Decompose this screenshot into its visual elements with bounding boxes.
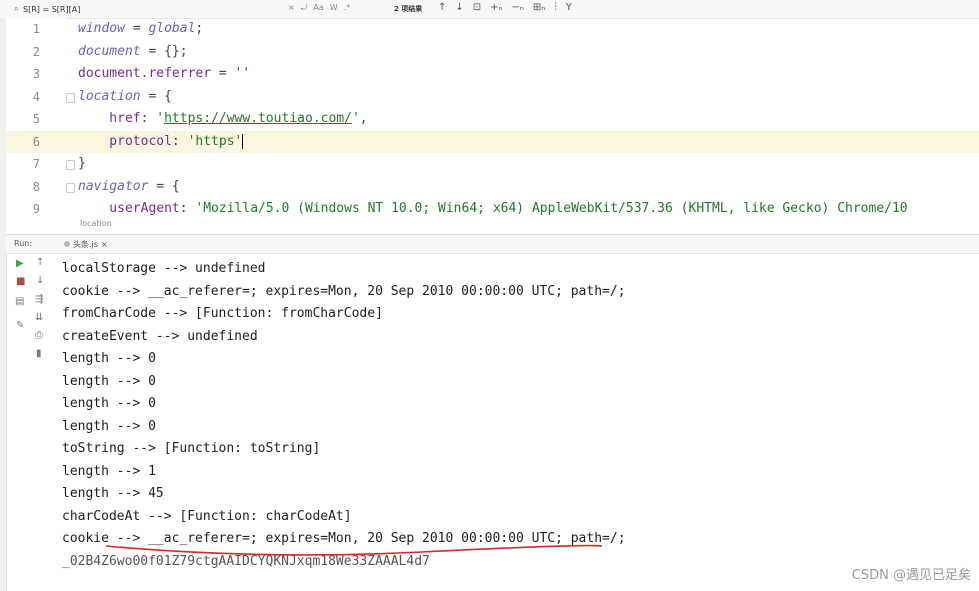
code-token: = { xyxy=(148,178,180,194)
code-token: } xyxy=(78,156,86,171)
code-token: = xyxy=(124,21,149,36)
line-number: 3 xyxy=(32,67,40,81)
search-bar: ⌕ S[R] = S[R][A] × ⤾ Aa W .* 2 项结果 ↑ ↓ ⊡ +ₙ −ₙ ⊞ₙ… xyxy=(0,0,979,19)
search-nav-6-icon[interactable]: ⫶ xyxy=(554,2,557,13)
code-text: location = { xyxy=(78,86,172,108)
code-line[interactable]: 3 document.referrer = '' xyxy=(6,63,979,85)
up-arrow-icon[interactable]: ↑ xyxy=(36,257,44,268)
code-token: , xyxy=(359,111,368,126)
code-token: ' xyxy=(156,111,165,126)
code-token: navigator xyxy=(78,178,149,194)
search-nav-0-icon[interactable]: ↑ xyxy=(438,2,446,13)
code-line[interactable]: 2 document = {}; xyxy=(6,41,979,63)
search-nav-2-icon[interactable]: ⊡ xyxy=(473,2,481,13)
code-token: href xyxy=(78,111,141,126)
code-token: = { xyxy=(140,88,172,104)
code-token: = xyxy=(211,66,235,81)
text-cursor xyxy=(242,133,244,149)
code-token: '' xyxy=(234,66,251,81)
code-line[interactable]: 8 navigator = { xyxy=(6,176,979,198)
search-nav-4-icon[interactable]: −ₙ xyxy=(512,2,524,13)
line-number: 6 xyxy=(32,134,40,149)
down-arrow-icon[interactable]: ↓ xyxy=(36,275,44,286)
magnifier-icon[interactable]: ⌕ xyxy=(14,4,19,14)
layout-icon[interactable]: ▤ xyxy=(15,296,24,307)
code-token: https://www.toutiao.com/ xyxy=(164,111,352,126)
scroll-icon[interactable]: ⇊ xyxy=(35,312,43,323)
search-option-4[interactable]: .* xyxy=(344,3,351,13)
trash-icon[interactable]: ▮ xyxy=(36,348,42,359)
fold-marker-icon[interactable] xyxy=(66,182,75,193)
search-nav-5-icon[interactable]: ⊞ₙ xyxy=(533,2,545,13)
code-token: ' xyxy=(351,111,360,126)
code-token: ; xyxy=(195,21,204,36)
pin-icon[interactable]: ✎ xyxy=(16,320,24,331)
code-line[interactable]: 5 href: 'https://www.toutiao.com/', xyxy=(6,108,979,130)
code-line[interactable]: 4 location = { xyxy=(6,86,979,108)
fold-marker-icon[interactable] xyxy=(66,92,75,103)
code-editor[interactable]: location 1 window = global; 2 document = {}… xyxy=(6,18,979,234)
code-token: document.referrer xyxy=(78,66,212,81)
wrap-icon[interactable]: ⇶ xyxy=(35,294,43,305)
annotation-stroke xyxy=(105,544,603,556)
search-nav-7-icon[interactable]: Y xyxy=(566,2,572,13)
line-number: 8 xyxy=(32,179,40,194)
search-nav-3-icon[interactable]: +ₙ xyxy=(490,2,502,13)
code-line[interactable]: 9 userAgent: 'Mozilla/5.0 (Windows NT 10… xyxy=(6,198,979,220)
line-number: 7 xyxy=(32,157,40,171)
search-input[interactable]: S[R] = S[R][A] xyxy=(23,5,80,14)
watermark: CSDN @遇见已足矣 xyxy=(851,568,971,583)
code-text: navigator = { xyxy=(78,176,180,198)
run-toolbar: ▶ ↑ ■ ↓ ▤ ⇶ ⇊ ✎ ⎙ ▮ xyxy=(6,252,54,591)
code-text: userAgent: 'Mozilla/5.0 (Windows NT 10.0… xyxy=(78,198,908,220)
code-token: = {}; xyxy=(140,43,188,59)
code-text: } xyxy=(78,153,86,175)
annotation-underline xyxy=(105,544,603,556)
stop-icon[interactable]: ■ xyxy=(16,276,25,287)
code-token: : xyxy=(171,133,188,149)
code-text: protocol: 'https' xyxy=(78,131,244,153)
code-text: document = {}; xyxy=(78,41,188,63)
match-count: 2 项结果 xyxy=(394,5,423,13)
node-icon xyxy=(64,241,70,247)
code-text: href: 'https://www.toutiao.com/', xyxy=(78,108,368,130)
play-icon[interactable]: ▶ xyxy=(16,258,24,269)
code-token: window xyxy=(78,21,125,36)
run-tab-label: 头条.js xyxy=(73,239,98,249)
code-token: : xyxy=(179,201,196,216)
run-tab[interactable]: 头条.js × xyxy=(58,237,114,251)
code-text: window = global; xyxy=(78,18,203,40)
code-line[interactable]: 6 protocol: 'https' xyxy=(6,130,979,153)
code-line[interactable]: 7} xyxy=(6,153,979,175)
line-number: 2 xyxy=(32,44,40,59)
search-nav-1-icon[interactable]: ↓ xyxy=(455,2,463,13)
code-token: global xyxy=(148,21,196,36)
code-token: 'Mozilla/5.0 (Windows NT 10.0; Win64; x6… xyxy=(195,201,908,216)
print-icon[interactable]: ⎙ xyxy=(35,330,43,341)
run-label: Run: xyxy=(14,239,33,248)
fold-marker-icon[interactable] xyxy=(66,160,75,170)
line-number: 5 xyxy=(32,112,40,126)
close-tab-icon[interactable]: × xyxy=(101,240,108,249)
search-nav: ↑ ↓ ⊡ +ₙ −ₙ ⊞ₙ ⫶ Y xyxy=(438,2,572,13)
code-line[interactable]: 1 window = global; xyxy=(6,18,979,40)
code-token: document xyxy=(78,43,141,59)
code-token: protocol xyxy=(78,133,172,149)
code-token: userAgent xyxy=(78,201,180,216)
breadcrumb-hint: location xyxy=(80,219,112,228)
search-option-3[interactable]: W xyxy=(330,3,338,13)
line-number: 4 xyxy=(32,89,40,104)
code-token: location xyxy=(78,88,141,104)
code-token: 'https' xyxy=(187,133,243,149)
search-option-2[interactable]: Aa xyxy=(313,3,323,13)
code-text: document.referrer = '' xyxy=(78,63,250,85)
code-token: : xyxy=(140,111,157,126)
line-number: 1 xyxy=(32,22,40,36)
search-options: × ⤾ Aa W .* xyxy=(288,3,350,13)
line-number: 9 xyxy=(32,202,40,216)
run-panel-header: Run: 头条.js × xyxy=(6,234,979,254)
search-option-0[interactable]: × xyxy=(288,3,295,13)
search-option-1[interactable]: ⤾ xyxy=(301,3,308,13)
